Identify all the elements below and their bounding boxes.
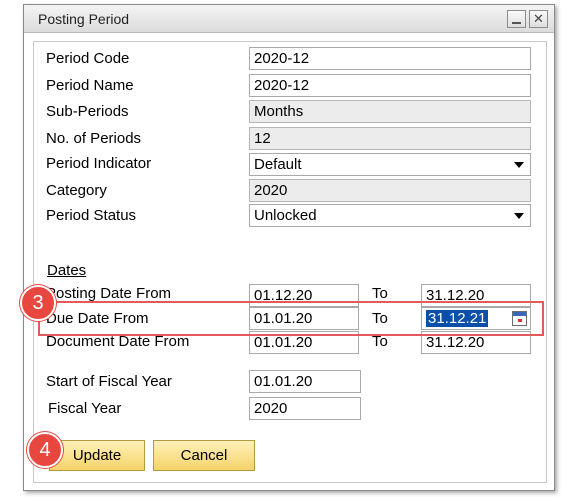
sub-periods-field: Months: [249, 100, 531, 123]
form-content: Period Code 2020-12 Period Name 2020-12 …: [23, 4, 555, 491]
no-of-periods-field: 12: [249, 127, 531, 150]
step-4-badge: 4: [27, 432, 63, 468]
no-of-periods-label: No. of Periods: [46, 130, 142, 147]
category-label: Category: [46, 182, 107, 199]
dates-section-title: Dates: [47, 262, 87, 279]
update-button[interactable]: Update: [49, 440, 145, 471]
chevron-down-icon[interactable]: [514, 162, 524, 168]
chevron-down-icon[interactable]: [514, 213, 524, 219]
period-indicator-label: Period Indicator: [46, 155, 152, 172]
start-fiscal-year-label: Start of Fiscal Year: [46, 373, 172, 390]
sub-periods-label: Sub-Periods: [46, 103, 129, 120]
category-field: 2020: [249, 179, 531, 202]
fiscal-year-input[interactable]: 2020: [249, 397, 361, 420]
period-code-input[interactable]: 2020-12: [249, 47, 531, 70]
period-status-value: Unlocked: [254, 207, 317, 224]
period-name-label: Period Name: [46, 77, 134, 94]
period-status-select[interactable]: Unlocked: [249, 204, 531, 227]
period-indicator-select[interactable]: Default: [249, 153, 531, 176]
period-status-label: Period Status: [46, 207, 137, 224]
period-code-label: Period Code: [46, 50, 130, 67]
step-3-badge: 3: [20, 285, 56, 321]
cancel-button[interactable]: Cancel: [153, 440, 255, 471]
period-name-input[interactable]: 2020-12: [249, 74, 531, 97]
due-date-highlight-box: [38, 301, 544, 336]
posting-date-from-label: Posting Date From: [46, 285, 172, 302]
posting-to-label: To: [372, 285, 388, 302]
period-indicator-value: Default: [254, 156, 302, 173]
fiscal-year-label: Fiscal Year: [48, 400, 122, 417]
start-fiscal-year-input[interactable]: 01.01.20: [249, 370, 361, 393]
